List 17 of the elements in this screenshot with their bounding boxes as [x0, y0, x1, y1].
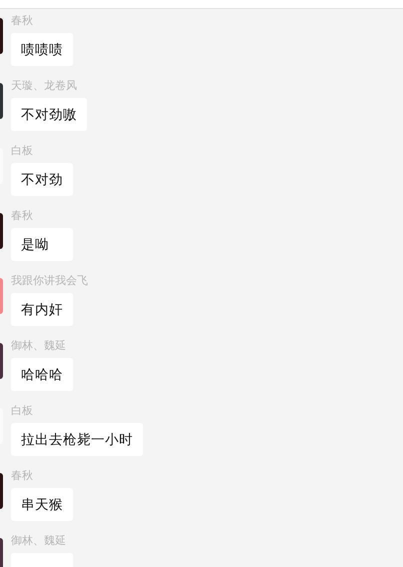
message-bubble: 不对劲	[11, 163, 73, 196]
message-bubble: 有内奸	[11, 293, 73, 326]
message-bubble: 不对劲嗷	[11, 98, 87, 131]
message-bubble: 串天猴	[11, 488, 73, 521]
sender-name: 春秋	[11, 13, 33, 29]
sender-name: 春秋	[11, 468, 33, 484]
sender-name: 春秋	[11, 208, 33, 224]
message-bubble: 啧啧啧	[11, 33, 73, 66]
sender-name: 白板	[11, 403, 33, 419]
message-bubble: 是呦	[11, 228, 73, 261]
sender-name: 天璇、龙卷风	[11, 78, 77, 94]
sender-name: 我跟你讲我会飞	[11, 273, 88, 289]
sender-name: 御林、魏延	[11, 338, 66, 354]
message-bubble: 拉出去枪毙一小时	[11, 423, 143, 456]
sender-name: 白板	[11, 143, 33, 159]
message-bubble: 哈哈哈	[11, 358, 73, 391]
sender-name: 御林、魏延	[11, 533, 66, 549]
